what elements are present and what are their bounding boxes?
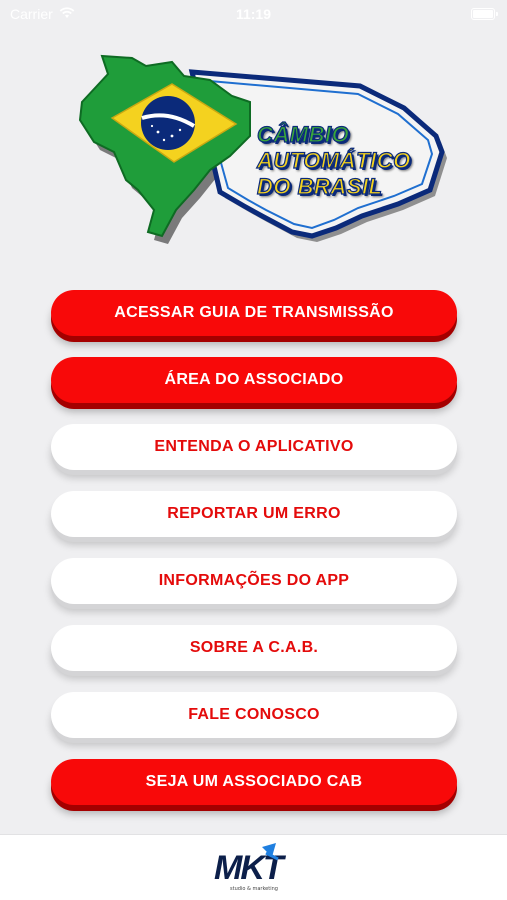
mkt-brand-text: MKT xyxy=(214,849,287,887)
mkt-logo: MKT xyxy=(214,843,289,887)
informacoes-app-button[interactable]: INFORMAÇÕES DO APP xyxy=(51,558,457,604)
footer-tagline: studio & marketing xyxy=(230,886,278,892)
sobre-cab-button[interactable]: SOBRE A C.A.B. xyxy=(51,625,457,671)
seja-associado-button[interactable]: SEJA UM ASSOCIADO CAB xyxy=(51,759,457,805)
reportar-erro-button[interactable]: REPORTAR UM ERRO xyxy=(51,491,457,537)
fale-conosco-button[interactable]: FALE CONOSCO xyxy=(51,692,457,738)
area-associado-button[interactable]: ÁREA DO ASSOCIADO xyxy=(51,357,457,403)
app-logo: CÂMBIO AUTOMÁTICO DO BRASIL xyxy=(60,40,460,250)
acessar-guia-button[interactable]: ACESSAR GUIA DE TRANSMISSÃO xyxy=(51,290,457,336)
logo-line-do-brasil: DO BRASIL xyxy=(256,173,383,199)
status-time: 11:19 xyxy=(235,6,272,22)
battery-icon xyxy=(471,8,498,20)
entenda-aplicativo-button[interactable]: ENTENDA O APLICATIVO xyxy=(51,424,457,470)
status-bar: Carrier 11:19 xyxy=(0,0,507,28)
footer: MKT studio & marketing xyxy=(0,834,507,900)
logo-line-cambio: CÂMBIO xyxy=(256,121,350,147)
logo-line-automatico: AUTOMÁTICO xyxy=(256,147,411,173)
